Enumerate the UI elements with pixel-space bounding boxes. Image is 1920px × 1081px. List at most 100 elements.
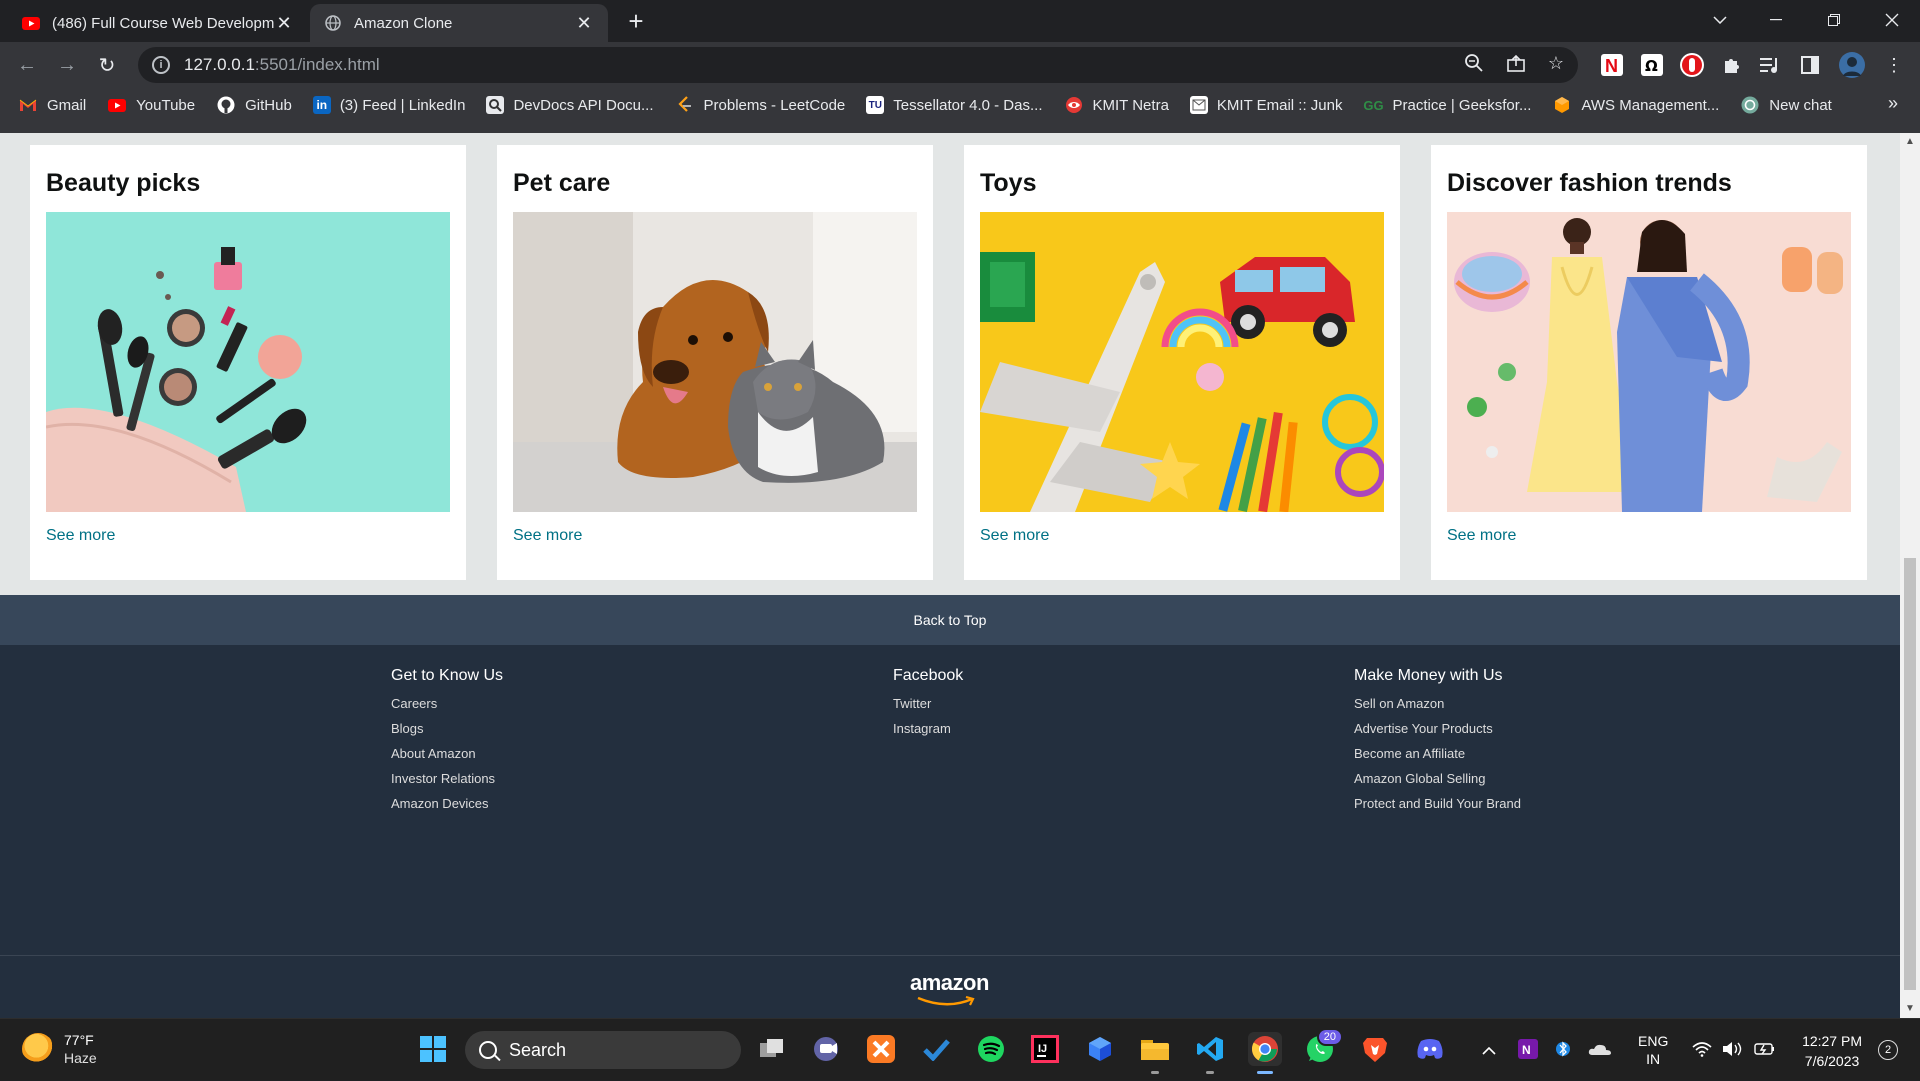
back-to-top-button[interactable]: Back to Top (0, 595, 1900, 645)
see-more-link[interactable]: See more (980, 527, 1384, 545)
xampp-icon[interactable] (864, 1032, 898, 1066)
bookmark-aws[interactable]: AWS Management... (1552, 96, 1719, 114)
tab-title: Amazon Clone (354, 14, 453, 32)
vscode-icon[interactable] (1193, 1032, 1227, 1074)
teams-chat-icon[interactable] (809, 1032, 843, 1066)
footer-link-global-selling[interactable]: Amazon Global Selling (1354, 766, 1521, 791)
bluetooth-icon[interactable] (1556, 1039, 1570, 1062)
bookmark-kmit-email[interactable]: KMIT Email :: Junk (1189, 96, 1343, 114)
weather-widget[interactable]: 77°F Haze (22, 1031, 97, 1067)
footer-link-about-amazon[interactable]: About Amazon (391, 741, 503, 766)
close-tab-icon[interactable]: ✕ (574, 13, 594, 34)
notification-center-badge[interactable]: 2 (1878, 1040, 1898, 1060)
tab-youtube-course[interactable]: (486) Full Course Web Developm ✕ (8, 4, 308, 42)
bookmark-devdocs[interactable]: DevDocs API Docu... (486, 96, 654, 114)
brave-icon[interactable] (1358, 1032, 1392, 1066)
bookmark-star-icon[interactable]: ☆ (1548, 53, 1564, 78)
onenote-icon[interactable]: N (1518, 1038, 1538, 1062)
tab-amazon-clone[interactable]: Amazon Clone ✕ (310, 4, 608, 42)
url-host: 127.0.0.1 (184, 55, 255, 74)
bookmark-tessellator[interactable]: TU Tessellator 4.0 - Das... (866, 96, 1043, 114)
address-bar[interactable]: i 127.0.0.1:5501/index.html ☆ (138, 47, 1578, 83)
profile-avatar[interactable] (1838, 51, 1866, 79)
taskbar-search[interactable]: Search (465, 1031, 741, 1069)
see-more-link[interactable]: See more (46, 527, 450, 545)
new-tab-button[interactable]: + (622, 8, 650, 36)
footer-link-protect-brand[interactable]: Protect and Build Your Brand (1354, 791, 1521, 816)
notion-extension-icon[interactable]: N (1598, 51, 1626, 79)
omega-extension-icon[interactable]: Ω (1638, 51, 1666, 79)
minimize-button[interactable] (1748, 0, 1804, 40)
bookmark-youtube[interactable]: YouTube (107, 96, 195, 114)
todo-icon[interactable] (919, 1032, 953, 1066)
extensions-puzzle-icon[interactable] (1718, 51, 1746, 79)
svg-text:IJ: IJ (1038, 1043, 1047, 1055)
leetcode-icon (675, 96, 695, 114)
footer-link-sell-on-amazon[interactable]: Sell on Amazon (1354, 691, 1521, 716)
footer-link-instagram[interactable]: Instagram (893, 716, 963, 741)
toys-image[interactable] (980, 212, 1384, 512)
bookmark-kmit-netra[interactable]: KMIT Netra (1064, 96, 1169, 114)
battery-charging-icon[interactable] (1754, 1041, 1776, 1060)
bookmark-linkedin[interactable]: in (3) Feed | LinkedIn (312, 96, 465, 114)
see-more-link[interactable]: See more (513, 527, 917, 545)
see-more-link[interactable]: See more (1447, 527, 1851, 545)
whatsapp-unread-badge: 20 (1316, 1028, 1343, 1046)
intellij-icon[interactable]: IJ (1028, 1032, 1062, 1066)
close-window-button[interactable] (1864, 0, 1920, 40)
back-arrow-icon[interactable]: ← (12, 50, 42, 80)
volume-icon[interactable] (1722, 1041, 1744, 1060)
footer-link-advertise[interactable]: Advertise Your Products (1354, 716, 1521, 741)
zoom-icon[interactable] (1464, 53, 1484, 78)
bookmark-github[interactable]: GitHub (216, 96, 292, 114)
chrome-icon[interactable] (1248, 1032, 1282, 1074)
page-scrollbar[interactable]: ▲ ▼ (1900, 133, 1920, 1018)
bookmark-label: Problems - LeetCode (703, 96, 846, 114)
footer-link-affiliate[interactable]: Become an Affiliate (1354, 741, 1521, 766)
search-label: Search (509, 1039, 567, 1060)
bookmark-new-chat[interactable]: New chat (1740, 96, 1832, 114)
footer-link-blogs[interactable]: Blogs (391, 716, 503, 741)
windows-start-icon[interactable] (416, 1032, 450, 1066)
region-code: IN (1646, 1051, 1661, 1067)
language-indicator[interactable]: ENG IN (1638, 1032, 1668, 1068)
amazon-smile-icon (917, 996, 975, 1006)
spotify-icon[interactable] (974, 1032, 1008, 1066)
task-view-icon[interactable] (755, 1032, 789, 1066)
file-explorer-icon[interactable] (1138, 1032, 1172, 1074)
amazon-logo[interactable]: amazon (910, 970, 989, 1006)
restore-button[interactable] (1806, 0, 1862, 40)
footer-link-twitter[interactable]: Twitter (893, 691, 963, 716)
clock[interactable]: 12:27 PM 7/6/2023 (1802, 1031, 1862, 1071)
discord-icon[interactable] (1413, 1032, 1447, 1066)
side-panel-icon[interactable] (1796, 51, 1824, 79)
adblock-extension-icon[interactable] (1678, 51, 1706, 79)
scroll-up-arrow-icon[interactable]: ▲ (1900, 133, 1920, 151)
forward-arrow-icon[interactable]: → (52, 50, 82, 80)
reload-icon[interactable]: ↻ (92, 50, 122, 80)
wifi-icon[interactable] (1692, 1041, 1712, 1060)
footer-link-careers[interactable]: Careers (391, 691, 503, 716)
scrollbar-thumb[interactable] (1904, 558, 1916, 990)
bookmark-gmail[interactable]: Gmail (18, 96, 86, 114)
site-info-icon[interactable]: i (152, 56, 170, 74)
scroll-down-arrow-icon[interactable]: ▼ (1900, 1000, 1920, 1018)
copilot-icon[interactable] (1083, 1032, 1117, 1066)
bookmark-leetcode[interactable]: Problems - LeetCode (675, 96, 846, 114)
close-tab-icon[interactable]: ✕ (274, 13, 294, 34)
footer-column-heading[interactable]: Facebook (893, 667, 963, 685)
beauty-products-image[interactable] (46, 212, 450, 512)
dog-and-cat-image[interactable] (513, 212, 917, 512)
whatsapp-icon[interactable]: 20 (1303, 1028, 1343, 1066)
fashion-models-image[interactable] (1447, 212, 1851, 512)
show-hidden-icons-chevron-icon[interactable] (1482, 1042, 1496, 1058)
bookmark-geeksforgeeks[interactable]: GG Practice | Geeksfor... (1363, 96, 1531, 114)
tab-search-chevron-icon[interactable] (1692, 0, 1748, 40)
reading-list-icon[interactable] (1756, 51, 1784, 79)
footer-link-investor-relations[interactable]: Investor Relations (391, 766, 503, 791)
onedrive-cloud-icon[interactable] (1588, 1042, 1612, 1059)
more-bookmarks-chevron-icon[interactable]: » (1888, 93, 1898, 114)
browser-menu-icon[interactable]: ⋮ (1880, 51, 1908, 79)
footer-link-amazon-devices[interactable]: Amazon Devices (391, 791, 503, 816)
share-icon[interactable] (1506, 53, 1526, 78)
